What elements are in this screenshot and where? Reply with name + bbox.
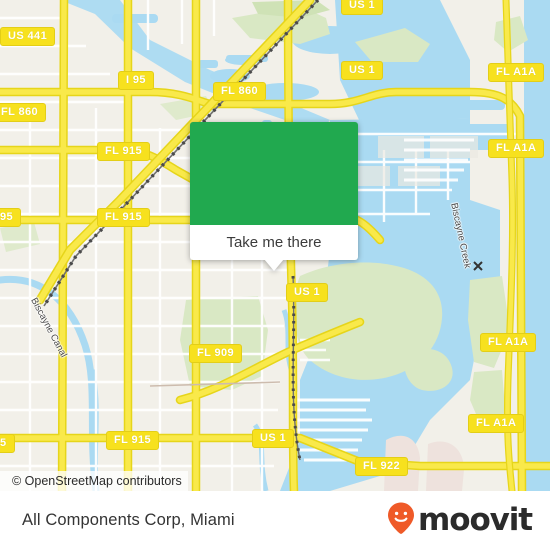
moovit-brand[interactable]: moovit (386, 501, 533, 540)
road-shield: FL 860 (0, 103, 47, 122)
road-shield: FL 915 (97, 142, 151, 161)
map-canvas[interactable]: US 441 US 1 FL A1A I 95 US 1 FL 860 FL 860 FL 9… (0, 0, 550, 491)
place-title: All Components Corp, Miami (22, 511, 235, 529)
road-shield: US 441 (0, 27, 56, 46)
road-shield: FL A1A (468, 414, 525, 433)
take-me-there-button[interactable]: Take me there (190, 225, 358, 271)
callout-image-placeholder (190, 122, 358, 225)
road-shield: FL 909 (189, 344, 243, 363)
road-shield: 5 (0, 434, 15, 453)
moovit-pin-smiley-icon (386, 501, 416, 540)
callout-pointer (264, 259, 284, 271)
road-shield: FL A1A (480, 333, 537, 352)
attribution-text: © OpenStreetMap contributors (12, 474, 182, 488)
road-shield: FL 915 (97, 208, 151, 227)
page-footer: All Components Corp, Miami moovit (0, 491, 550, 550)
moovit-map-page: US 441 US 1 FL A1A I 95 US 1 FL 860 FL 860 FL 9… (0, 0, 550, 550)
road-shield: US 1 (252, 429, 295, 448)
road-shield: US 1 (341, 61, 384, 80)
road-shield: FL 860 (213, 82, 267, 101)
road-shield: FL A1A (488, 63, 545, 82)
road-shield: I 95 (118, 71, 154, 90)
road-shield: 95 (0, 208, 22, 227)
moovit-wordmark: moovit (418, 502, 533, 538)
road-shield: US 1 (286, 283, 329, 302)
map-attribution[interactable]: © OpenStreetMap contributors (0, 471, 188, 491)
road-shield: FL A1A (488, 139, 545, 158)
take-me-there-label: Take me there (226, 234, 322, 251)
road-shield: FL 915 (106, 431, 160, 450)
road-shield: FL 922 (355, 457, 409, 476)
location-callout-popup[interactable]: Take me there (190, 122, 358, 271)
road-shield: US 1 (341, 0, 384, 15)
